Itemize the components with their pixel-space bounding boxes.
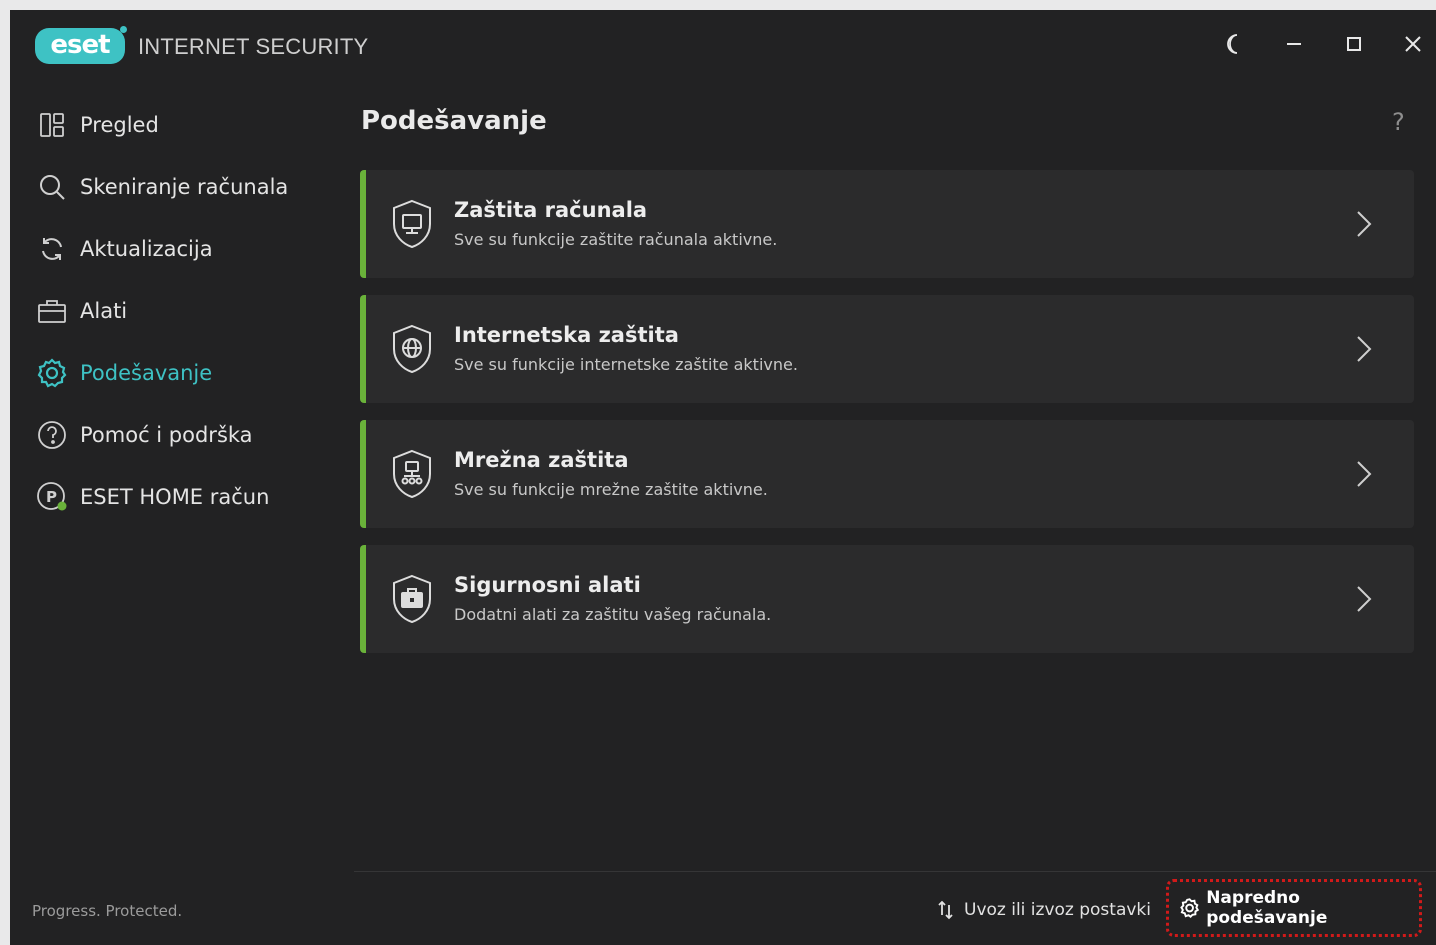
card-subtitle: Sve su funkcije mrežne zaštite aktivne. [454,480,768,499]
search-icon [34,169,70,205]
close-button[interactable] [1391,22,1435,66]
card-subtitle: Sve su funkcije internetske zaštite akti… [454,355,798,374]
sidebar-item-label: Skeniranje računala [80,175,289,199]
import-export-label: Uvoz ili izvoz postavki [964,900,1151,920]
gear-icon [1180,898,1200,918]
moon-icon [1227,34,1238,54]
card-title: Mrežna zaštita [454,448,629,472]
minimize-button[interactable] [1272,22,1316,66]
sidebar-item-label: ESET HOME račun [80,485,270,509]
card-internetska-zastita[interactable]: Internetska zaštita Sve su funkcije inte… [360,295,1414,403]
help-button[interactable]: ? [1392,108,1405,136]
computer-shield-icon [393,199,431,249]
card-subtitle: Dodatni alati za zaštitu vašeg računala. [454,605,772,624]
title-bar: eset INTERNET SECURITY [10,10,1436,82]
network-shield-icon [393,449,431,499]
chevron-right-icon [1357,586,1372,612]
chevron-right-icon [1357,336,1372,362]
page-title: Podešavanje [361,106,547,136]
gear-icon [34,355,70,391]
minimize-icon [1287,43,1301,45]
overview-icon [34,107,70,143]
footer-divider [354,871,1436,872]
sidebar-item-aktualizacija[interactable]: Aktualizacija [24,224,334,274]
logo-dot [120,26,127,33]
product-name: INTERNET SECURITY [138,34,369,59]
chevron-right-icon [1357,211,1372,237]
close-icon [1405,36,1421,52]
maximize-button[interactable] [1332,22,1376,66]
import-export-icon [938,900,953,920]
globe-shield-icon [393,324,431,374]
card-subtitle: Sve su funkcije zaštite računala aktivne… [454,230,778,249]
sidebar-item-pregled[interactable]: Pregled [24,100,334,150]
maximize-icon [1347,37,1361,51]
card-title: Internetska zaštita [454,323,679,347]
svg-text:P: P [46,488,57,506]
sidebar-item-label: Pregled [80,113,159,137]
import-export-button[interactable]: Uvoz ili izvoz postavki [936,900,1151,920]
card-zastita-racunala[interactable]: Zaštita računala Sve su funkcije zaštite… [360,170,1414,278]
briefcase-icon [34,293,70,329]
toolbox-shield-icon [393,574,431,624]
card-title: Sigurnosni alati [454,573,641,597]
advanced-setup-label: Napredno podešavanje [1206,888,1328,928]
sidebar-item-label: Aktualizacija [80,237,213,261]
sidebar-item-eset-home[interactable]: P ESET HOME račun [24,472,334,522]
card-sigurnosni-alati[interactable]: Sigurnosni alati Dodatni alati za zaštit… [360,545,1414,653]
account-icon: P [34,479,70,515]
sidebar-item-alati[interactable]: Alati [24,286,334,336]
sidebar-item-podesavanje[interactable]: Podešavanje [24,348,334,398]
sidebar-item-label: Alati [80,299,128,323]
tagline: Progress. Protected. [32,902,183,920]
chevron-right-icon [1357,461,1372,487]
logo-text: eset [50,30,110,60]
refresh-icon [34,231,70,267]
sidebar-item-label: Podešavanje [80,361,213,385]
app-window: eset INTERNET SECURITY Pregled Skeniranj… [10,10,1436,945]
card-title: Zaštita računala [454,198,648,222]
question-icon [34,417,70,453]
sidebar-item-pomoc[interactable]: Pomoć i podrška [24,410,334,460]
advanced-setup-button[interactable]: Napredno podešavanje [1166,879,1422,937]
theme-toggle-button[interactable] [1212,22,1256,66]
eset-logo: eset [35,26,127,64]
sidebar-item-skeniranje[interactable]: Skeniranje računala [24,162,334,212]
card-mrezna-zastita[interactable]: Mrežna zaštita Sve su funkcije mrežne za… [360,420,1414,528]
sidebar-item-label: Pomoć i podrška [80,423,253,447]
